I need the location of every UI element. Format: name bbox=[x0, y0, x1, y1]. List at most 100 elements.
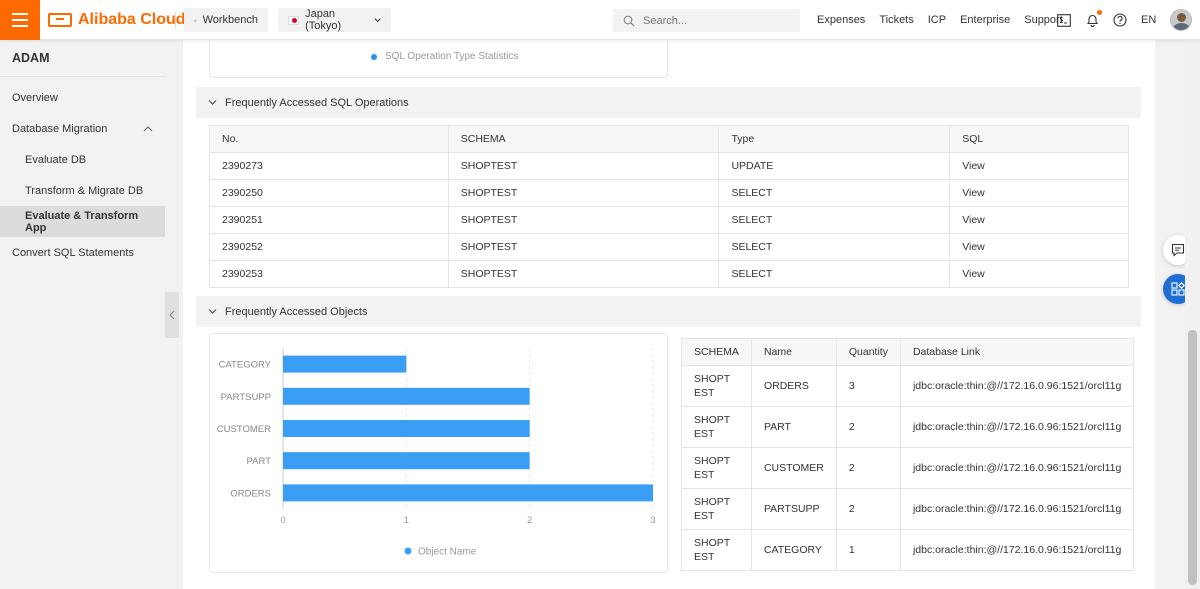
column-header: Quantity bbox=[835, 338, 901, 366]
apps-grid-icon bbox=[1171, 282, 1185, 296]
cell-schema: SHOPTEST bbox=[681, 365, 752, 407]
cell-type: SELECT bbox=[718, 233, 951, 261]
sidebar-item-transform-migrate-db[interactable]: Transform & Migrate DB bbox=[0, 175, 165, 206]
chevron-down-icon bbox=[208, 309, 217, 314]
scrollbar-thumb[interactable] bbox=[1188, 330, 1197, 585]
top-icons: EN bbox=[1057, 0, 1193, 40]
cell-name: ORDERS bbox=[750, 365, 837, 407]
link-icp[interactable]: ICP bbox=[928, 14, 946, 26]
cell-database-link: jdbc:oracle:thin:@//172.16.0.96:1521/orc… bbox=[899, 406, 1135, 448]
cell-name: PARTSUPP bbox=[750, 488, 837, 530]
y-category-label: PARTSUPP bbox=[221, 392, 271, 403]
legend-label: Object Name bbox=[418, 547, 477, 558]
cell-database-link: jdbc:oracle:thin:@//172.16.0.96:1521/orc… bbox=[899, 529, 1135, 571]
notification-dot bbox=[1097, 10, 1102, 15]
table-row: 2390251 SHOPTEST SELECT View bbox=[209, 206, 1129, 234]
table-row: 2390252 SHOPTEST SELECT View bbox=[209, 233, 1129, 261]
help-icon[interactable] bbox=[1113, 13, 1127, 27]
table-row: SHOPT EST CATEGORY 1 jdbc:oracle:thin:@//… bbox=[681, 529, 1135, 571]
table-row: 2390250 SHOPTEST SELECT View bbox=[209, 179, 1129, 207]
cell-schema: SHOPTEST bbox=[447, 206, 720, 234]
cell-database-link: jdbc:oracle:thin:@//172.16.0.96:1521/orc… bbox=[899, 488, 1135, 530]
cell-database-link: jdbc:oracle:thin:@//172.16.0.96:1521/orc… bbox=[899, 447, 1135, 489]
link-enterprise[interactable]: Enterprise bbox=[960, 14, 1010, 26]
bar bbox=[283, 420, 530, 437]
section-title: Frequently Accessed Objects bbox=[225, 305, 368, 318]
language-switch[interactable]: EN bbox=[1141, 14, 1156, 26]
cell-name: CUSTOMER bbox=[750, 447, 837, 489]
table-header-row: SCHEMA Name Quantity Database Link bbox=[681, 338, 1135, 366]
objects-bar-chart-card: 0 1 2 3 CATEGORY PARTSUPP CUSTOMER PART ORDERS Ob… bbox=[209, 333, 668, 573]
cell-quantity: 2 bbox=[835, 447, 901, 489]
bell-icon[interactable] bbox=[1085, 10, 1102, 27]
column-header: SCHEMA bbox=[681, 338, 752, 366]
bar bbox=[283, 387, 530, 405]
cell-no: 2390273 bbox=[209, 152, 449, 180]
sidebar-item-evaluate-db[interactable]: Evaluate DB bbox=[0, 144, 165, 175]
sidebar-item-evaluate-transform-app[interactable]: Evaluate & Transform App bbox=[0, 206, 165, 237]
view-sql-link[interactable]: View bbox=[949, 179, 1129, 207]
section-header-accessed-objects[interactable]: Frequently Accessed Objects bbox=[196, 296, 1141, 327]
x-tick-label: 2 bbox=[527, 515, 532, 526]
region-selector[interactable]: Japan (Tokyo) bbox=[278, 8, 391, 32]
alibaba-logo-icon bbox=[48, 13, 72, 27]
search-box[interactable] bbox=[613, 9, 800, 32]
table-row: SHOPT EST ORDERS 3 jdbc:oracle:thin:@//17… bbox=[681, 365, 1135, 407]
cell-schema: SHOPTEST bbox=[681, 447, 752, 489]
cell-schema: SHOPTEST bbox=[447, 152, 720, 180]
accessed-objects-table: SCHEMA Name Quantity Database Link SHOPT… bbox=[681, 338, 1135, 571]
terminal-icon[interactable] bbox=[1057, 13, 1071, 27]
avatar[interactable] bbox=[1170, 9, 1193, 31]
search-icon bbox=[623, 15, 635, 26]
japan-flag-icon bbox=[288, 15, 300, 25]
bar bbox=[283, 452, 530, 470]
view-sql-link[interactable]: View bbox=[949, 260, 1129, 288]
table-header-row: No. SCHEMA Type SQL bbox=[209, 125, 1129, 153]
section-header-sql-operations[interactable]: Frequently Accessed SQL Operations bbox=[196, 87, 1141, 118]
view-sql-link[interactable]: View bbox=[949, 233, 1129, 261]
cell-type: UPDATE bbox=[718, 152, 951, 180]
sidebar-item-convert-sql[interactable]: Convert SQL Statements bbox=[0, 237, 165, 268]
chart-legend: SQL Operation Type Statistics bbox=[371, 51, 518, 62]
sidebar-item-database-migration[interactable]: Database Migration bbox=[0, 113, 165, 144]
y-category-label: CUSTOMER bbox=[217, 424, 271, 435]
cell-no: 2390251 bbox=[209, 206, 449, 234]
sidebar-item-label: Transform & Migrate DB bbox=[25, 184, 144, 197]
column-header: SCHEMA bbox=[447, 125, 720, 153]
objects-bar-chart: 0 1 2 3 CATEGORY PARTSUPP CUSTOMER PART ORDERS Ob… bbox=[217, 348, 656, 558]
cell-schema: SHOPTEST bbox=[447, 260, 720, 288]
workbench-button[interactable]: Workbench bbox=[184, 8, 268, 32]
sidebar-item-overview[interactable]: Overview bbox=[0, 82, 165, 113]
section-title: Frequently Accessed SQL Operations bbox=[225, 96, 409, 109]
chevron-down-icon bbox=[208, 100, 217, 105]
table-row: SHOPT EST PART 2 jdbc:oracle:thin:@//172.… bbox=[681, 406, 1135, 448]
region-label: Japan (Tokyo) bbox=[305, 8, 342, 32]
table-row: SHOPT EST CUSTOMER 2 jdbc:oracle:thin:@//… bbox=[681, 447, 1135, 489]
home-icon bbox=[194, 18, 197, 22]
link-expenses[interactable]: Expenses bbox=[817, 14, 865, 26]
view-sql-link[interactable]: View bbox=[949, 206, 1129, 234]
link-tickets[interactable]: Tickets bbox=[879, 14, 913, 26]
column-header: Type bbox=[718, 125, 951, 153]
workbench-label: Workbench bbox=[202, 14, 258, 26]
sidebar-title: ADAM bbox=[0, 40, 165, 77]
column-header: No. bbox=[209, 125, 449, 153]
sidebar-item-label: Database Migration bbox=[12, 122, 108, 135]
search-input[interactable] bbox=[643, 14, 783, 27]
table-row: SHOPT EST PARTSUPP 2 jdbc:oracle:thin:@//… bbox=[681, 488, 1135, 530]
view-sql-link[interactable]: View bbox=[949, 152, 1129, 180]
column-header: Database Link bbox=[899, 338, 1135, 366]
sidebar-collapse-handle[interactable] bbox=[165, 292, 179, 338]
cell-schema: SHOPTEST bbox=[447, 179, 720, 207]
sidebar-item-label: Evaluate DB bbox=[25, 153, 87, 166]
legend-dot bbox=[371, 53, 377, 60]
cell-schema: SHOPTEST bbox=[681, 406, 752, 448]
alibaba-cloud-logo[interactable]: Alibaba Cloud bbox=[48, 10, 186, 30]
x-tick-label: 0 bbox=[280, 515, 285, 526]
legend-label: SQL Operation Type Statistics bbox=[385, 51, 519, 62]
cell-quantity: 2 bbox=[835, 488, 901, 530]
menu-icon[interactable] bbox=[0, 0, 40, 40]
table-row: 2390253 SHOPTEST SELECT View bbox=[209, 260, 1129, 288]
cell-type: SELECT bbox=[718, 260, 951, 288]
cell-no: 2390250 bbox=[209, 179, 449, 207]
